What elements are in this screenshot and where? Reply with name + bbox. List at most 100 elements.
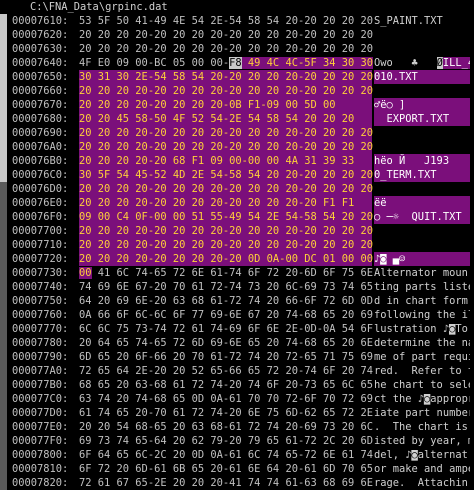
hex-row[interactable]: 00007690: 20 20 20 20-20 20 20 20-20 20 2…: [0, 126, 474, 140]
row-hex-bytes[interactable]: 20 20 20 20-20 20 20 20-20 20 20 20-20 2…: [79, 238, 373, 252]
row-hex-bytes[interactable]: 69 73 74 65-64 20 62 79-20 79 65 61-72 2…: [79, 434, 373, 448]
scrollbar-track[interactable]: [0, 182, 7, 196]
row-hex-bytes[interactable]: 6F 72 20 6D-61 6B 65 20-61 6E 64 20-61 6…: [79, 462, 373, 476]
row-hex-bytes[interactable]: 20 20 20 20-20 20 20 20-20 20 20 20-20 2…: [79, 42, 373, 56]
hex-row[interactable]: 000077D0: 61 74 65 20-70 61 72 74-20 6E 7…: [0, 406, 474, 420]
hex-row[interactable]: 00007680: 20 20 45 58-50 4F 52 54-2E 54 5…: [0, 112, 474, 126]
hex-row[interactable]: 00007770: 6C 6C 75 73-74 72 61 74-69 6F 6…: [0, 322, 474, 336]
hex-row[interactable]: 00007710: 20 20 20 20-20 20 20 20-20 20 2…: [0, 238, 474, 252]
hex-row[interactable]: 00007790: 6D 65 20 6F-66 20 70 61-72 74 2…: [0, 350, 474, 364]
scrollbar-thumb[interactable]: [0, 126, 7, 140]
hex-row[interactable]: 000077B0: 68 65 20 63-68 61 72 74-20 74 6…: [0, 378, 474, 392]
row-ascii-text[interactable]: me of part requi: [374, 350, 470, 364]
scrollbar-track[interactable]: [0, 378, 7, 392]
row-ascii-text[interactable]: ♂ё○ ]: [374, 98, 470, 112]
row-ascii-text[interactable]: . The chart is l: [374, 420, 470, 434]
scrollbar-track[interactable]: [0, 448, 7, 462]
hex-row[interactable]: 000076F0: 09 00 C4 0F-00 00 51 55-49 54 2…: [0, 210, 474, 224]
scrollbar-track[interactable]: [0, 350, 7, 364]
hex-row[interactable]: 00007640: 4F E0 09 00-BC 05 00 00-F8 49 4…: [0, 56, 474, 70]
hex-row[interactable]: 000077E0: 20 20 54 68-65 20 63 68-61 72 7…: [0, 420, 474, 434]
hex-row[interactable]: 00007750: 64 20 69 6E-20 63 68 61-72 74 2…: [0, 294, 474, 308]
scrollbar-track[interactable]: [0, 462, 7, 476]
hex-row[interactable]: 000076C0: 30 5F 54 45-52 4D 2E 54-58 54 2…: [0, 168, 474, 182]
row-hex-bytes[interactable]: 20 20 20 20-20 20 20 20-20 20 20 20-20 2…: [79, 182, 373, 196]
row-ascii-text[interactable]: ○ ─☼ QUIT.TXT: [374, 210, 470, 224]
row-ascii-text[interactable]: ct the ♪◙appropr: [374, 392, 470, 406]
scrollbar-track[interactable]: [0, 406, 7, 420]
hex-row[interactable]: 00007810: 6F 72 20 6D-61 6B 65 20-61 6E 6…: [0, 462, 474, 476]
row-hex-bytes[interactable]: 20 20 20 20-20 20 20 20-20 20 20 20-20 2…: [79, 84, 373, 98]
scrollbar-track[interactable]: [0, 434, 7, 448]
scrollbar-track[interactable]: [0, 294, 7, 308]
row-ascii-text[interactable]: Owo ♣ ØILL_400: [374, 56, 470, 70]
row-hex-bytes[interactable]: 20 20 20 20-20 20 20 20-20 20 20 20-20 2…: [79, 28, 373, 42]
hex-row[interactable]: 00007610: 53 5F 50 41-49 4E 54 2E-54 58 5…: [0, 14, 474, 28]
hex-row[interactable]: 00007650: 30 31 30 2E-54 58 54 20-20 20 2…: [0, 70, 474, 84]
row-hex-bytes[interactable]: 20 20 20 20-20 20 20 20-0B F1-09 00 5D 0…: [79, 98, 372, 112]
row-ascii-text[interactable]: del, ♪◙alternat: [374, 448, 470, 462]
row-hex-bytes[interactable]: 20 20 20 20-20 20 20 20-20 0D 0A-00 DC 0…: [79, 252, 373, 266]
row-ascii-text[interactable]: he chart to sele: [374, 378, 470, 392]
row-hex-bytes[interactable]: 00 41 6C 74-65 72 6E 61-74 6F 72 20-6D 6…: [79, 266, 373, 280]
row-ascii-text[interactable]: 0_TERM.TXT: [374, 168, 470, 182]
row-ascii-text[interactable]: iate part number: [374, 406, 470, 420]
row-hex-bytes[interactable]: 30 5F 54 45-52 4D 2E 54-58 54 20 20-20 2…: [79, 168, 373, 182]
scrollbar-thumb[interactable]: [0, 42, 7, 56]
row-hex-bytes[interactable]: 63 74 20 74-68 65 0D 0A-61 70 70 72-6F 7…: [79, 392, 373, 406]
hex-row[interactable]: 00007740: 74 69 6E 67-20 70 61 72-74 73 2…: [0, 280, 474, 294]
scrollbar-thumb[interactable]: [0, 14, 7, 28]
scrollbar-thumb[interactable]: [0, 70, 7, 84]
row-ascii-text[interactable]: following the il: [374, 308, 470, 322]
row-hex-bytes[interactable]: 20 64 65 74-65 72 6D 69-6E 65 20 74-68 6…: [79, 336, 373, 350]
row-ascii-text[interactable]: S_PAINT.TXT: [374, 14, 470, 28]
row-ascii-text[interactable]: ёё: [374, 196, 470, 210]
row-hex-bytes[interactable]: 6C 6C 75 73-74 72 61 74-69 6F 6E 2E-0D-0…: [79, 322, 373, 336]
hex-row[interactable]: 00007730: 00 41 6C 74-65 72 6E 61-74 6F 7…: [0, 266, 474, 280]
hex-row[interactable]: 000077C0: 63 74 20 74-68 65 0D 0A-61 70 7…: [0, 392, 474, 406]
hex-row[interactable]: 000076B0: 20 20 20 20-20 68 F1 09 00-00 0…: [0, 154, 474, 168]
scrollbar-thumb[interactable]: [0, 140, 7, 154]
hex-row[interactable]: 00007670: 20 20 20 20-20 20 20 20-0B F1-0…: [0, 98, 474, 112]
row-ascii-text[interactable]: lustration ♪◙To: [374, 322, 470, 336]
hex-row[interactable]: 000076A0: 20 20 20 20-20 20 20 20-20 20 2…: [0, 140, 474, 154]
row-hex-bytes[interactable]: 20 20 20 20-20 20 20 20-20 20 20 20-20 F…: [79, 196, 372, 210]
scrollbar-track[interactable]: [0, 420, 7, 434]
hex-row[interactable]: 00007700: 20 20 20 20-20 20 20 20-20 20 2…: [0, 224, 474, 238]
scrollbar-thumb[interactable]: [0, 154, 7, 168]
row-hex-bytes[interactable]: 20 20 54 68-65 20 63 68-61 72 74 20-69 7…: [79, 420, 373, 434]
row-hex-bytes[interactable]: 68 65 20 63-68 61 72 74-20 74 6F 20-73 6…: [79, 378, 373, 392]
scrollbar-track[interactable]: [0, 336, 7, 350]
hex-row[interactable]: 00007760: 0A 66 6F 6C-6C 6F 77 69-6E 67 2…: [0, 308, 474, 322]
row-hex-bytes[interactable]: 72 65 64 2E-20 20 52 65-66 65 72 20-74 6…: [79, 364, 373, 378]
row-ascii-text[interactable]: ♪◙ ▄☺: [374, 252, 470, 266]
scrollbar-thumb[interactable]: [0, 56, 7, 70]
scrollbar-track[interactable]: [0, 280, 7, 294]
scrollbar-track[interactable]: [0, 322, 7, 336]
scrollbar-track[interactable]: [0, 308, 7, 322]
scrollbar-track[interactable]: [0, 266, 7, 280]
scrollbar-track[interactable]: [0, 224, 7, 238]
scrollbar-thumb[interactable]: [0, 112, 7, 126]
row-hex-bytes[interactable]: 72 61 67 65-2E 20 20 20-41 74 74 61-63 6…: [79, 476, 373, 490]
hex-row[interactable]: 00007820: 72 61 67 65-2E 20 20 20-41 74 7…: [0, 476, 474, 490]
hex-row[interactable]: 000076E0: 20 20 20 20-20 20 20 20-20 20 2…: [0, 196, 474, 210]
hex-row[interactable]: 00007620: 20 20 20 20-20 20 20 20-20 20 2…: [0, 28, 474, 42]
scrollbar-track[interactable]: [0, 238, 7, 252]
scrollbar-track[interactable]: [0, 210, 7, 224]
row-ascii-text[interactable]: red. Refer to t: [374, 364, 470, 378]
scrollbar-track[interactable]: [0, 364, 7, 378]
hex-row[interactable]: 000077F0: 69 73 74 65-64 20 62 79-20 79 6…: [0, 434, 474, 448]
hex-row[interactable]: 000076D0: 20 20 20 20-20 20 20 20-20 20 2…: [0, 182, 474, 196]
hex-cursor[interactable]: F8: [229, 57, 242, 69]
row-ascii-text[interactable]: ting parts liste: [374, 280, 470, 294]
row-ascii-text[interactable]: determine the na: [374, 336, 470, 350]
row-ascii-text[interactable]: 010.TXT: [374, 70, 470, 84]
row-hex-bytes[interactable]: 61 74 65 20-70 61 72 74-20 6E 75 6D-62 6…: [79, 406, 373, 420]
hex-row[interactable]: 00007660: 20 20 20 20-20 20 20 20-20 20 2…: [0, 84, 474, 98]
scrollbar-thumb[interactable]: [0, 168, 7, 182]
hex-row[interactable]: 00007630: 20 20 20 20-20 20 20 20-20 20 2…: [0, 42, 474, 56]
row-ascii-text[interactable]: isted by year, mo: [374, 434, 470, 448]
row-hex-bytes[interactable]: 20 20 45 58-50 4F 52 54-2E 54 58 54 20 2…: [79, 112, 372, 126]
row-hex-bytes[interactable]: 20 20 20 20-20 20 20 20-20 20 20 20-20 2…: [79, 224, 373, 238]
